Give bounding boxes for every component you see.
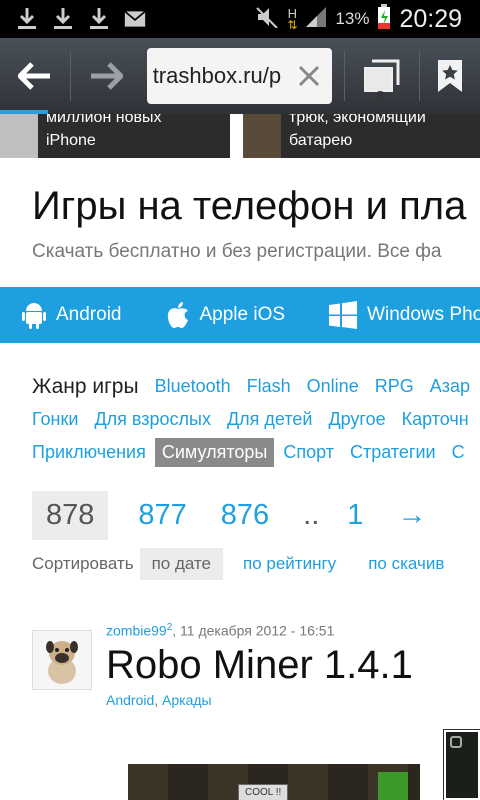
genre-link[interactable]: Азар [430, 376, 470, 397]
genre-link[interactable]: Стратегии [350, 442, 436, 463]
page-current: 878 [32, 491, 109, 540]
genre-link[interactable]: Карточн [402, 409, 469, 430]
featured-card[interactable]: миллион новых iPhone [0, 114, 230, 158]
close-icon [298, 65, 319, 87]
page-title: Игры на телефон и пла [32, 184, 467, 228]
genre-link[interactable]: Другое [328, 409, 385, 430]
back-button[interactable] [0, 38, 70, 114]
url-field[interactable]: trashbox.ru/p [146, 48, 333, 104]
download-icon [52, 8, 74, 30]
genre-link[interactable]: С [452, 442, 465, 463]
network-type: H ⇅ [287, 5, 298, 32]
genre-link[interactable]: Online [307, 376, 359, 397]
tabs-button[interactable]: 8 [345, 59, 419, 106]
platform-label: Apple iOS [199, 304, 286, 325]
genre-row: Гонки Для взрослых Для детей Другое Карт… [32, 403, 480, 436]
screenshot-detail [450, 736, 462, 748]
screenshot-detail [378, 772, 408, 800]
sort-by-rating[interactable]: по рейтингу [243, 554, 336, 574]
page-link[interactable]: 877 [138, 499, 186, 532]
genre-link[interactable]: RPG [375, 376, 414, 397]
platform-label: Windows Pho [367, 304, 480, 325]
apple-icon [167, 302, 188, 328]
genre-filter: Жанр игры Bluetooth Flash Online RPG Аза… [32, 370, 480, 469]
forward-button[interactable] [71, 38, 141, 114]
battery-percent: 13% [335, 9, 370, 28]
arrow-right-icon [90, 62, 123, 90]
post-tag[interactable]: Аркады [162, 692, 212, 708]
platform-ios[interactable]: Apple iOS [166, 301, 286, 329]
android-icon [22, 303, 46, 329]
screenshot-caption: COOL !! [238, 784, 289, 800]
featured-thumbnail [0, 114, 38, 158]
download-icon [16, 8, 38, 30]
tab-count: 8 [375, 89, 385, 106]
windows-icon [329, 301, 358, 329]
bookmark-star-icon [438, 60, 463, 92]
genre-link-active[interactable]: Симуляторы [154, 438, 275, 467]
genre-row: Жанр игры Bluetooth Flash Online RPG Аза… [32, 370, 480, 403]
platform-android[interactable]: Android [22, 301, 122, 329]
post-title[interactable]: Robo Miner 1.4.1 [106, 643, 413, 688]
page-subtitle: Скачать бесплатно и без регистрации. Все… [32, 241, 442, 262]
tag-separator: , [154, 692, 163, 708]
page-ellipsis: .. [303, 499, 320, 531]
platform-bar: Android Apple iOS Windows Pho [0, 287, 480, 343]
genre-link[interactable]: Гонки [32, 409, 78, 430]
sort-label: Сортировать [32, 554, 134, 573]
url-text[interactable]: trashbox.ru/p [153, 63, 291, 89]
clear-url-button[interactable] [291, 58, 327, 94]
genre-link[interactable]: Спорт [283, 442, 334, 463]
post-author[interactable]: zombie99 [106, 623, 167, 639]
genre-link[interactable]: Для взрослых [94, 409, 211, 430]
post-tags: Android, Аркады [106, 692, 212, 708]
featured-card[interactable]: трюк, экономящий батарею [243, 114, 480, 158]
game-screenshot[interactable]: COOL !! [128, 764, 420, 800]
next-page-arrow[interactable]: → [397, 499, 426, 532]
sort-by-date[interactable]: по дате [139, 548, 224, 580]
sort-bar: Сортировать по дате по рейтингу по скачи… [32, 548, 476, 580]
post-date: , 11 декабря 2012 - 16:51 [172, 622, 335, 639]
arrow-left-icon [17, 62, 50, 90]
genre-row: Приключения Симуляторы Спорт Стратегии С [32, 436, 480, 469]
battery-icon [377, 3, 391, 35]
genre-link[interactable]: Bluetooth [155, 376, 231, 397]
featured-caption-line: трюк, экономящий [289, 114, 426, 126]
download-icon [88, 8, 110, 30]
genre-link[interactable]: Для детей [227, 409, 312, 430]
clock: 20:29 [399, 4, 462, 33]
mail-icon [124, 8, 146, 30]
featured-caption-line: iPhone [46, 132, 96, 149]
featured-caption-line: батарею [289, 132, 353, 149]
signal-icon [305, 6, 327, 33]
featured-caption-line: миллион новых [46, 114, 162, 126]
status-bar: H ⇅ 13% 20:29 [0, 0, 480, 38]
platform-windows-phone[interactable]: Windows Pho [329, 301, 480, 329]
sort-by-downloads[interactable]: по скачив [368, 554, 444, 574]
tabs-icon [364, 59, 400, 92]
pagination: 878 877 876 .. 1 → [32, 491, 460, 540]
platform-label: Android [56, 304, 122, 325]
page-link[interactable]: 1 [347, 499, 363, 532]
featured-thumbnail [243, 114, 281, 158]
genre-link[interactable]: Flash [247, 376, 291, 397]
avatar[interactable] [32, 630, 92, 690]
page-link[interactable]: 876 [221, 499, 269, 532]
game-screenshot[interactable] [443, 729, 480, 800]
mute-icon [255, 6, 279, 33]
post-tag[interactable]: Android [106, 692, 154, 708]
browser-toolbar: trashbox.ru/p 8 [0, 38, 480, 114]
post-meta: zombie992, 11 декабря 2012 - 16:51 [106, 622, 334, 639]
genre-label: Жанр игры [32, 374, 139, 398]
bookmarks-button[interactable] [420, 38, 480, 114]
genre-link[interactable]: Приключения [32, 442, 146, 463]
featured-strip: миллион новых iPhone трюк, экономящий ба… [0, 114, 480, 158]
